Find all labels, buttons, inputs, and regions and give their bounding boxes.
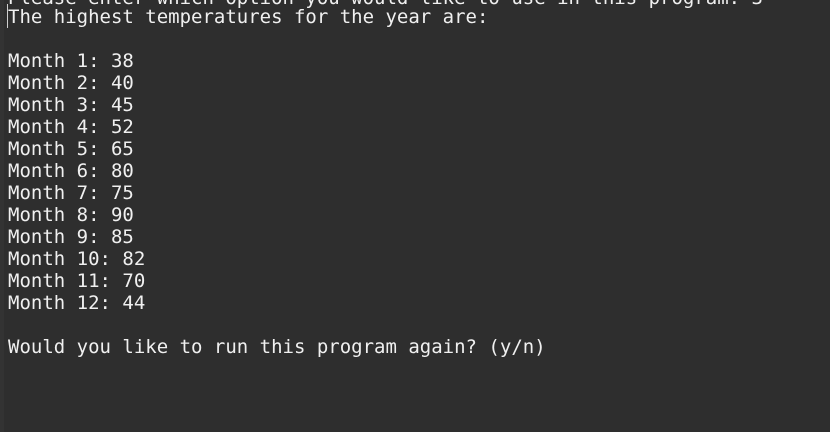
- terminal-window[interactable]: Please enter which option you would like…: [0, 0, 830, 432]
- month-label: Month 8:: [8, 204, 100, 226]
- month-label: Month 4:: [8, 116, 100, 138]
- temperature-value: 90: [110, 204, 134, 226]
- temperature-list: Month 1: 38 Month 2: 40 Month 3: 45 Month 4…: [8, 50, 145, 314]
- temperature-row: Month 4: 52: [8, 116, 145, 138]
- temperature-row: Month 2: 40: [8, 72, 145, 94]
- temperature-value: 45: [110, 94, 134, 116]
- month-label: Month 9:: [8, 226, 100, 248]
- month-label: Month 6:: [8, 160, 100, 182]
- temperature-value: 82: [122, 248, 146, 270]
- temperature-value: 70: [122, 270, 146, 292]
- month-label: Month 12:: [8, 292, 111, 314]
- temperature-row: Month 12: 44: [8, 292, 145, 314]
- temperature-row: Month 8: 90: [8, 204, 145, 226]
- month-label: Month 5:: [8, 138, 100, 160]
- output-header: The highest temperatures for the year ar…: [8, 6, 489, 28]
- month-label: Month 2:: [8, 72, 100, 94]
- temperature-row: Month 3: 45: [8, 94, 145, 116]
- month-label: Month 1:: [8, 50, 100, 72]
- temperature-row: Month 7: 75: [8, 182, 145, 204]
- run-again-prompt: Would you like to run this program again…: [8, 336, 546, 358]
- left-edge-strip: [0, 0, 4, 432]
- temperature-value: 80: [110, 160, 134, 182]
- temperature-value: 44: [122, 292, 146, 314]
- month-label: Month 7:: [8, 182, 100, 204]
- temperature-value: 40: [110, 72, 134, 94]
- temperature-row: Month 9: 85: [8, 226, 145, 248]
- month-label: Month 10:: [8, 248, 111, 270]
- month-label: Month 11:: [8, 270, 111, 292]
- temperature-value: 38: [110, 50, 134, 72]
- temperature-row: Month 10: 82: [8, 248, 145, 270]
- month-label: Month 3:: [8, 94, 100, 116]
- temperature-row: Month 11: 70: [8, 270, 145, 292]
- temperature-row: Month 6: 80: [8, 160, 145, 182]
- temperature-row: Month 1: 38: [8, 50, 145, 72]
- temperature-value: 52: [110, 116, 134, 138]
- temperature-value: 65: [110, 138, 134, 160]
- temperature-row: Month 5: 65: [8, 138, 145, 160]
- temperature-value: 75: [110, 182, 134, 204]
- temperature-value: 85: [110, 226, 134, 248]
